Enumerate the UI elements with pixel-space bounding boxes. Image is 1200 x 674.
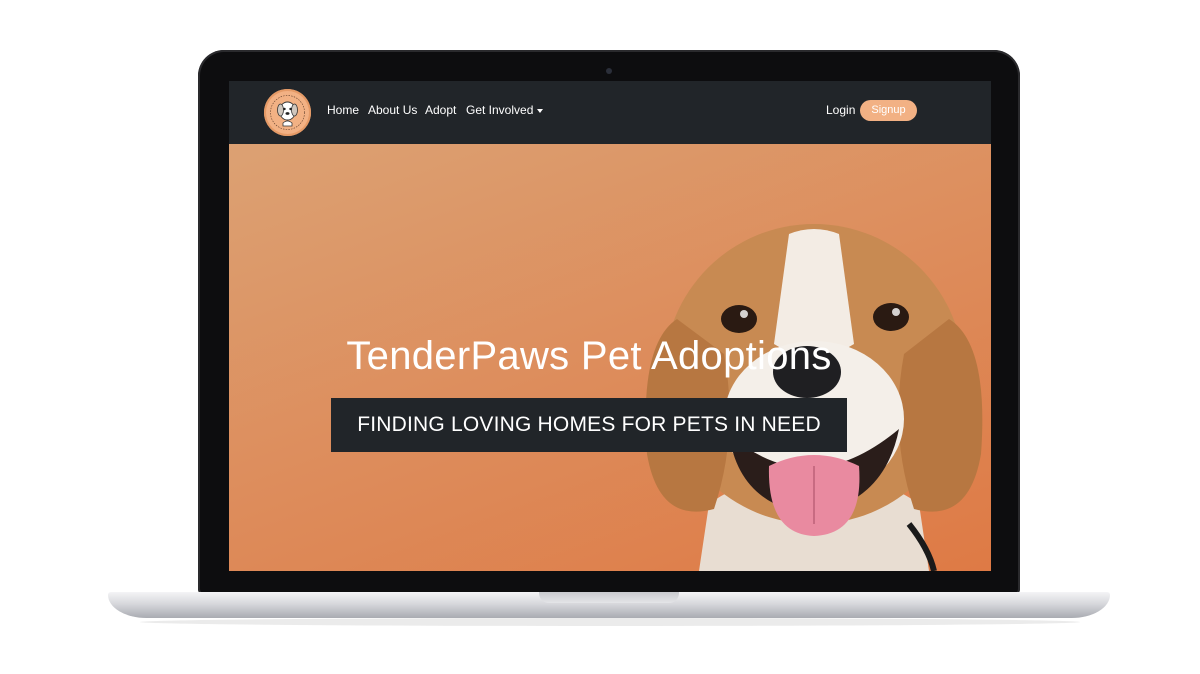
- dog-logo-icon[interactable]: [264, 89, 311, 136]
- webcam-icon: [606, 68, 612, 74]
- hero-tagline: FINDING LOVING HOMES FOR PETS IN NEED: [331, 398, 847, 452]
- hero-title: TenderPaws Pet Adoptions: [319, 334, 859, 379]
- nav-home-link[interactable]: Home: [327, 103, 359, 117]
- hero-title-text: TenderPaws Pet Adoptions: [346, 334, 832, 378]
- nav-get-involved-label: Get Involved: [466, 103, 534, 117]
- beagle-dog-photo: [645, 224, 983, 571]
- signup-button[interactable]: Signup: [860, 100, 917, 121]
- nav-adopt-link[interactable]: Adopt: [425, 103, 456, 117]
- laptop-screen: Home About Us Adopt Get Involved Login S…: [229, 81, 991, 571]
- navbar: Home About Us Adopt Get Involved Login S…: [229, 81, 991, 144]
- nav-about-us-link[interactable]: About Us: [368, 103, 417, 117]
- login-link[interactable]: Login: [826, 103, 855, 117]
- chevron-down-icon: [537, 108, 544, 113]
- hero-section: TenderPaws Pet Adoptions FINDING LOVING …: [229, 144, 991, 571]
- laptop-notch: [539, 592, 679, 603]
- laptop-shadow: [140, 618, 1080, 626]
- dog-logo-icon-graphic: [270, 95, 305, 130]
- nav-get-involved-dropdown[interactable]: Get Involved: [466, 103, 544, 117]
